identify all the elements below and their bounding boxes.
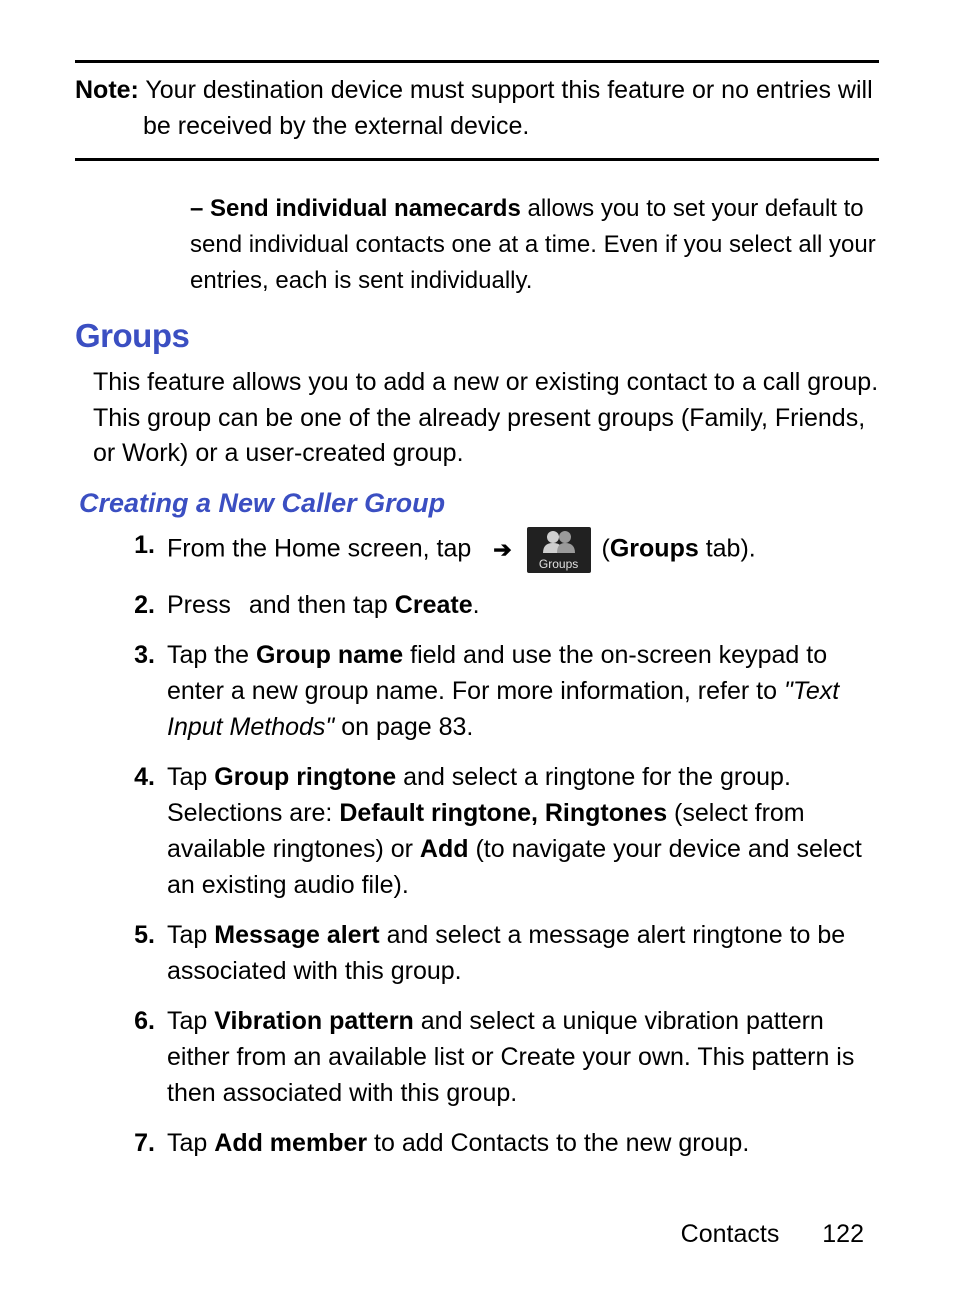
step-7: Tap Add member to add Contacts to the ne… — [105, 1125, 879, 1161]
step7-end: to add Contacts to the new group. — [367, 1129, 749, 1157]
step4-pre: Tap — [167, 763, 214, 791]
bullet-bold: Send individual namecards — [210, 195, 521, 222]
groups-icon: Groups — [527, 527, 591, 573]
step-6: Tap Vibration pattern and select a uniqu… — [105, 1003, 879, 1111]
note-block: Note: Your destination device must suppo… — [75, 60, 879, 161]
step2-pre: Press — [167, 591, 238, 619]
step-5: Tap Message alert and select a message a… — [105, 917, 879, 989]
step4-bold2: Default ringtone, Ringtones — [339, 799, 667, 827]
subsection-heading: Creating a New Caller Group — [79, 488, 879, 519]
step4-bold3: Add — [420, 835, 469, 863]
page-footer: Contacts 122 — [681, 1220, 864, 1249]
step-4: Tap Group ringtone and select a ringtone… — [105, 759, 879, 903]
step3-bold1: Group name — [256, 641, 403, 669]
step-2: Press and then tap Create. — [105, 587, 879, 623]
bullet-dash: – — [190, 195, 203, 222]
footer-page-number: 122 — [822, 1220, 864, 1248]
bullet-item: – Send individual namecards allows you t… — [75, 191, 879, 299]
step-3: Tap the Group name field and use the on-… — [105, 637, 879, 745]
arrow-icon: ➔ — [493, 537, 511, 562]
step7-pre: Tap — [167, 1129, 214, 1157]
steps-list: From the Home screen, tap ➔ Groups (Grou… — [105, 527, 879, 1161]
step2-create: Create — [395, 591, 473, 619]
footer-section: Contacts — [681, 1220, 780, 1248]
step4-bold1: Group ringtone — [214, 763, 396, 791]
note-text: Your destination device must support thi… — [143, 76, 873, 140]
step3-end: on page 83. — [334, 713, 473, 741]
step5-bold1: Message alert — [214, 921, 379, 949]
section-intro: This feature allows you to add a new or … — [93, 365, 879, 472]
step-1: From the Home screen, tap ➔ Groups (Grou… — [105, 527, 879, 573]
step7-bold1: Add member — [214, 1129, 367, 1157]
step1-groups-bold: Groups — [610, 534, 699, 562]
step1-paren-open: ( — [602, 534, 610, 562]
step5-pre: Tap — [167, 921, 214, 949]
step6-bold1: Vibration pattern — [214, 1007, 414, 1035]
step6-pre: Tap — [167, 1007, 214, 1035]
note-label: Note: — [75, 76, 139, 104]
step1-tab-text: tab). — [699, 534, 756, 562]
step2-mid: and then tap — [249, 591, 395, 619]
step1-pre: From the Home screen, tap — [167, 534, 478, 562]
section-heading-groups: Groups — [75, 317, 879, 355]
step3-pre: Tap the — [167, 641, 256, 669]
groups-icon-label: Groups — [527, 558, 591, 570]
step2-end: . — [473, 591, 480, 619]
